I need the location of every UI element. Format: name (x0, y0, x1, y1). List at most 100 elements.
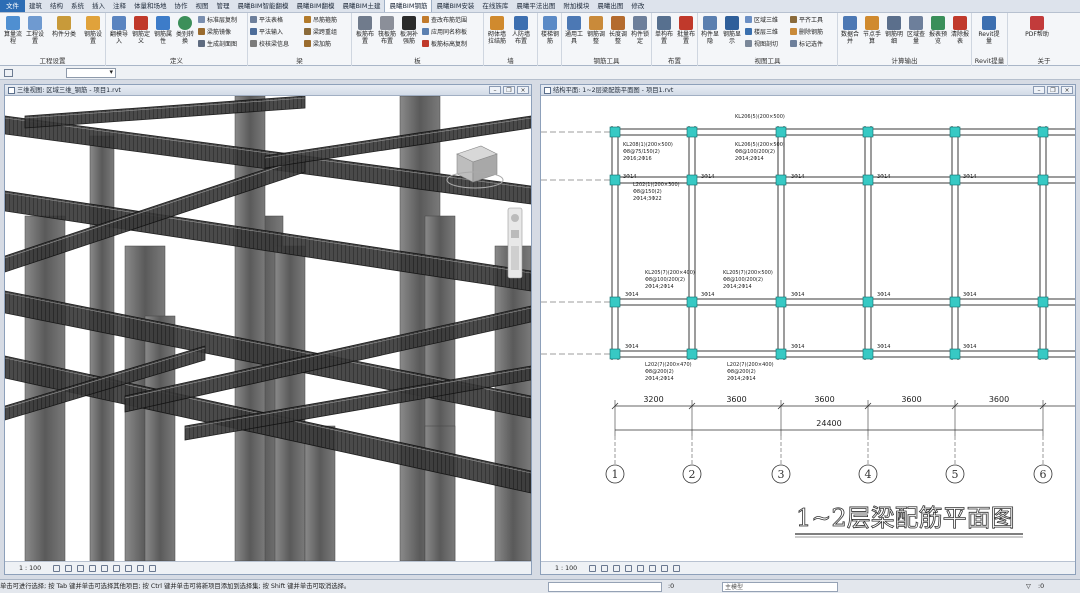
beam-span-button[interactable]: 梁跨重组 (304, 28, 337, 38)
tab-1[interactable]: 建筑 (25, 0, 46, 12)
tab-13[interactable]: 晨曦BIM钢筋 (384, 0, 433, 12)
floor-3d-button[interactable]: 楼层三维 (745, 28, 778, 38)
rebar-mirror-button[interactable]: 梁筋镜像 (198, 28, 231, 38)
reveal-icon[interactable] (673, 565, 680, 572)
data-merge-button[interactable]: 数据合并 (839, 15, 861, 53)
tab-16[interactable]: 晨曦平法出图 (512, 0, 559, 12)
tab-8[interactable]: 视图 (192, 0, 213, 12)
tab-9[interactable]: 管理 (213, 0, 234, 12)
general-tool-button[interactable]: 通用工具 (563, 15, 585, 53)
member-class-button[interactable]: 构件分类 (50, 15, 78, 53)
pdf-help-button[interactable]: PDF帮助 (1022, 15, 1052, 53)
flat-tool-button[interactable]: 平齐工具 (790, 16, 823, 26)
batch-place-button[interactable]: 批量布置 (675, 15, 697, 53)
navigation-bar[interactable] (507, 207, 523, 279)
shadows-icon[interactable] (89, 565, 96, 572)
rebar-import-button[interactable]: 翻模导入 (108, 15, 130, 53)
restore-button[interactable]: ❐ (1047, 86, 1059, 94)
workset-dropdown[interactable] (548, 582, 662, 592)
render-icon[interactable] (101, 565, 108, 572)
defense-wall-button[interactable]: 人防墙布置 (510, 15, 532, 53)
delete-rebar-button[interactable]: 删除钢筋 (790, 28, 823, 38)
slab-place-button[interactable]: 板筋布置 (354, 15, 376, 53)
close-button[interactable]: × (517, 86, 529, 94)
rebar-attr-button[interactable]: 钢筋属性 (152, 15, 174, 53)
rebar-setting-button[interactable]: 钢筋设置 (82, 15, 104, 53)
tab-11[interactable]: 晨曦BIM翻模 (292, 0, 338, 12)
tab-3[interactable]: 系统 (67, 0, 88, 12)
tab-17[interactable]: 附加模块 (559, 0, 593, 12)
revit-extract-button[interactable]: Revit提量 (978, 15, 1000, 53)
visual-style-icon[interactable] (601, 565, 608, 572)
raft-place-button[interactable]: 筏板筋布置 (376, 15, 398, 53)
node-manual-button[interactable]: 节点手算 (861, 15, 883, 53)
tab-18[interactable]: 晨曦出图 (593, 0, 627, 12)
type-selector-dropdown[interactable] (66, 68, 116, 78)
hide-icon[interactable] (649, 565, 656, 572)
tab-5[interactable]: 注释 (109, 0, 130, 12)
std-copy-button[interactable]: 标准层复制 (198, 16, 237, 26)
close-button[interactable]: × (1061, 86, 1073, 94)
tab-0[interactable]: 文件 (0, 0, 25, 12)
tab-19[interactable]: 修改 (627, 0, 648, 12)
reveal-icon[interactable] (149, 565, 156, 572)
member-show-button[interactable]: 构件显隐 (699, 15, 721, 53)
mark-member-button[interactable]: 标记选件 (790, 40, 823, 50)
single-place-button[interactable]: 单构布置 (653, 15, 675, 53)
project-setting-button[interactable]: 工程设置 (24, 15, 46, 53)
rebar-define-button[interactable]: 钢筋定义 (130, 15, 152, 53)
visual-style-icon[interactable] (65, 565, 72, 572)
gen-section-button[interactable]: 生成剖面图 (198, 40, 237, 50)
detail-level-icon[interactable] (589, 565, 596, 572)
plan-viewport[interactable]: KL206(5)(200×500) KL208(1)(200×500) Φ8@75/… (541, 96, 1075, 561)
view-window-3d[interactable]: 三维视图: 区域三维_钢筋 - 项目1.rvt – ❐ × 1: 100 (4, 84, 532, 575)
length-adjust-button[interactable]: 长度调整 (607, 15, 629, 53)
model-dropdown[interactable]: 主模型 (722, 582, 838, 592)
apply-same-button[interactable]: 应用同名称板 (422, 28, 467, 38)
stair-rebar-button[interactable]: 楼梯钢筋 (539, 15, 561, 53)
beam-top-button[interactable]: 梁加筋 (304, 40, 331, 50)
area-count-button[interactable]: 区域查量 (905, 15, 927, 53)
crop-icon[interactable] (113, 565, 120, 572)
tab-2[interactable]: 结构 (46, 0, 67, 12)
rebar-hoist-button[interactable]: 吊筋箍筋 (304, 16, 337, 26)
member-lock-button[interactable]: 构件锁定 (629, 15, 651, 53)
shadows-icon[interactable] (625, 565, 632, 572)
same-name-button[interactable]: 查改布筋范围 (422, 16, 467, 26)
properties-icon[interactable] (4, 69, 13, 77)
detail-level-icon[interactable] (53, 565, 60, 572)
check-beam-button[interactable]: 校核梁信息 (250, 40, 289, 50)
clear-report-button[interactable]: 清除报表 (949, 15, 971, 53)
slab-copy-button[interactable]: 板筋标高复制 (422, 40, 467, 50)
class-convert-button[interactable]: 类别转换 (174, 15, 196, 53)
tab-12[interactable]: 晨曦BIM土建 (338, 0, 384, 12)
tab-15[interactable]: 在线族库 (478, 0, 512, 12)
flat-table-button[interactable]: 平法表格 (250, 16, 283, 26)
minimize-button[interactable]: – (489, 86, 501, 94)
tab-7[interactable]: 协作 (171, 0, 192, 12)
filter-icon[interactable]: ▽ (1026, 580, 1031, 593)
area-3d-button[interactable]: 区域三维 (745, 16, 778, 26)
calc-flow-button[interactable]: 算量流程 (2, 15, 24, 53)
tab-6[interactable]: 体量和场地 (130, 0, 171, 12)
view-section-button[interactable]: 视图剖切 (745, 40, 778, 50)
isolate-icon[interactable] (661, 565, 668, 572)
slab-hole-button[interactable]: 板洞补强筋 (398, 15, 420, 53)
tab-14[interactable]: 晨曦BIM安装 (432, 0, 478, 12)
flat-input-button[interactable]: 平法输入 (250, 28, 283, 38)
report-preview-button[interactable]: 报表预览 (927, 15, 949, 53)
rebar-adjust-button[interactable]: 钢筋调整 (585, 15, 607, 53)
sun-path-icon[interactable] (613, 565, 620, 572)
tab-10[interactable]: 晨曦BIM智能翻模 (234, 0, 293, 12)
3d-viewport[interactable] (5, 96, 531, 561)
sun-path-icon[interactable] (77, 565, 84, 572)
restore-button[interactable]: ❐ (503, 86, 515, 94)
rebar-detail-button[interactable]: 钢筋明细 (883, 15, 905, 53)
isolate-icon[interactable] (137, 565, 144, 572)
view-window-plan[interactable]: 结构平面: 1~2层梁配筋平面图 - 项目1.rvt – ❐ × KL206(5… (540, 84, 1076, 575)
crop-icon[interactable] (637, 565, 644, 572)
rebar-show-button[interactable]: 钢筋显示 (721, 15, 743, 53)
tab-4[interactable]: 插入 (88, 0, 109, 12)
hide-icon[interactable] (125, 565, 132, 572)
block-wall-button[interactable]: 砌体墙拉结筋 (486, 15, 508, 53)
